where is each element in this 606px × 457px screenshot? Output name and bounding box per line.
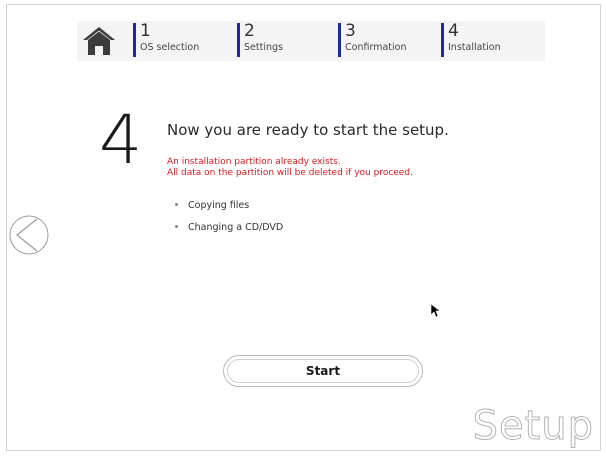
setup-watermark: Setup [472,403,594,449]
step-label: OS selection [140,42,200,53]
step-1-os-selection[interactable]: 1 OS selection [133,23,223,57]
bullet-icon [175,203,178,206]
home-button[interactable] [81,25,117,57]
bullet-icon [175,225,178,228]
warning-message: An installation partition already exists… [167,157,413,179]
step-progress-bar: 1 OS selection 2 Settings 3 Confirmation… [77,21,545,61]
current-step-number: 4 [99,101,143,180]
warning-line: An installation partition already exists… [167,157,341,167]
step-2-settings[interactable]: 2 Settings [237,23,327,57]
task-list: Copying files Changing a CD/DVD [175,199,283,243]
start-button[interactable]: Start [223,355,423,387]
step-number: 1 [140,21,151,41]
list-item-label: Changing a CD/DVD [188,222,284,233]
back-button[interactable] [9,213,49,257]
list-item: Copying files [175,199,283,221]
list-item: Changing a CD/DVD [175,221,283,243]
step-label: Confirmation [345,42,407,53]
back-arrow-icon [9,215,49,255]
step-label: Installation [448,42,501,53]
step-number: 2 [244,21,255,41]
step-number: 4 [448,21,459,41]
mouse-pointer-icon [430,303,441,318]
list-item-label: Copying files [188,200,250,211]
page-title: Now you are ready to start the setup. [167,121,449,139]
step-label: Settings [244,42,283,53]
start-button-label: Start [305,364,341,378]
warning-line: All data on the partition will be delete… [167,168,413,178]
step-3-confirmation[interactable]: 3 Confirmation [338,23,428,57]
home-icon [83,27,115,55]
step-number: 3 [345,21,356,41]
step-4-installation[interactable]: 4 Installation [441,23,531,57]
setup-window: 1 OS selection 2 Settings 3 Confirmation… [6,4,601,451]
